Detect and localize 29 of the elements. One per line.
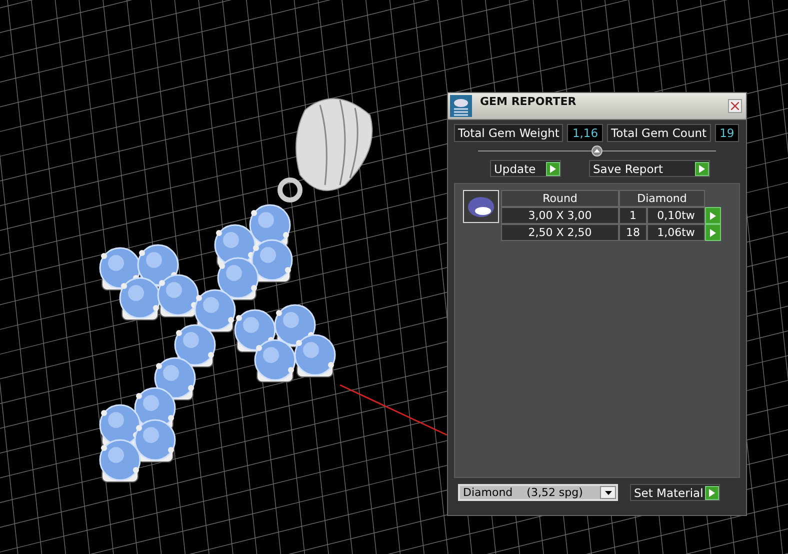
count-cell: 18 <box>619 224 647 241</box>
dropdown-caret-icon[interactable] <box>600 486 616 499</box>
total-label: Total Gem Count <box>607 124 711 142</box>
select-row-button[interactable] <box>705 207 721 224</box>
total-value: 19 <box>714 124 740 142</box>
weight-cell: 1,06tw <box>647 224 705 241</box>
select-row-button[interactable] <box>705 224 721 241</box>
weight-cell: 0,10tw <box>647 207 705 224</box>
play-arrow-icon <box>710 212 716 220</box>
total-label: Total Gem Weight <box>454 124 564 142</box>
size-cell: 3,00 X 3,00 <box>501 207 619 224</box>
total-value: 1,16 <box>567 124 604 142</box>
gem-report-icon <box>450 95 472 117</box>
gem-icon <box>463 190 499 223</box>
close-button[interactable] <box>728 99 742 113</box>
shape-header: Round <box>501 190 619 207</box>
material-header: Diamond <box>619 190 705 207</box>
play-arrow-icon <box>699 164 705 172</box>
window-title: GEM REPORTER <box>479 95 578 108</box>
material-dropdown[interactable]: Diamond (3,52 spg) <box>458 484 618 501</box>
play-arrow-icon <box>709 488 716 496</box>
size-cell: 2,50 X 2,50 <box>501 224 619 241</box>
action-button[interactable]: Update <box>490 160 561 177</box>
set-material-button[interactable]: Set Material <box>630 484 720 501</box>
collapse-splitter-icon[interactable] <box>478 145 716 157</box>
play-arrow-icon <box>710 228 716 236</box>
play-arrow-icon <box>550 164 556 172</box>
count-cell: 1 <box>619 207 647 224</box>
action-button[interactable]: Save Report <box>589 160 710 177</box>
